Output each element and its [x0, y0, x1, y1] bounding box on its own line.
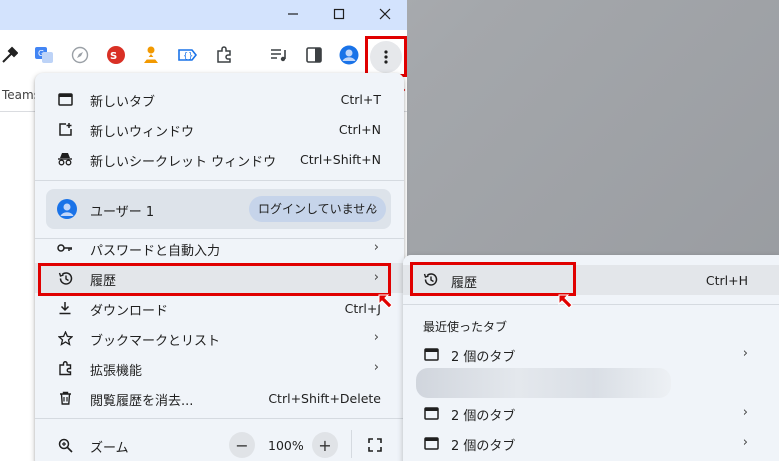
close-icon	[379, 8, 391, 20]
menu-item-zoom: ズーム	[35, 430, 404, 460]
menu-item-label: ズーム	[90, 441, 129, 456]
menu-item-new-window[interactable]: 新しいウィンドウ Ctrl+N	[35, 114, 404, 144]
chevron-right-icon: ›	[742, 405, 748, 420]
tab-group-icon	[423, 435, 439, 451]
profile-row[interactable]: ユーザー 1 ログインしていません ›	[46, 189, 391, 229]
recent-tab-group[interactable]: 2 個のタブ ›	[403, 428, 779, 458]
new-window-icon	[57, 121, 73, 137]
star-icon	[57, 330, 73, 346]
menu-divider	[35, 180, 404, 181]
recent-tab-group[interactable]: 2 個のタブ ›	[403, 339, 779, 369]
person-icon	[60, 203, 74, 216]
trash-icon	[57, 390, 73, 406]
recent-tab-label: 2 個のタブ	[451, 439, 516, 454]
profile-avatar-icon[interactable]	[338, 44, 360, 66]
eyedropper-extension-icon[interactable]	[0, 44, 20, 66]
submenu-history-shortcut: Ctrl+H	[705, 273, 748, 288]
avatar	[57, 199, 77, 219]
menu-item-label: 閲覧履歴を消去...	[90, 394, 194, 409]
menu-item-new-tab[interactable]: 新しいタブ Ctrl+T	[35, 84, 404, 114]
red-arrow-indicator	[378, 294, 393, 309]
fullscreen-icon	[368, 438, 382, 452]
chevron-right-icon: ›	[373, 240, 379, 255]
zoom-divider	[351, 430, 352, 458]
maximize-icon	[333, 8, 345, 20]
svg-text:{}: {}	[183, 51, 193, 60]
download-icon	[57, 300, 73, 316]
new-tab-icon	[57, 91, 73, 107]
menu-divider	[35, 418, 404, 419]
tab-group-icon	[423, 405, 439, 421]
menu-item-shortcut: Ctrl+N	[338, 122, 381, 137]
chevron-right-icon: ›	[371, 200, 377, 215]
title-bar	[0, 0, 407, 30]
menu-item-clear-browsing-data[interactable]: 閲覧履歴を消去... Ctrl+Shift+Delete	[35, 383, 404, 413]
recent-tab-group[interactable]: 2 個のタブ ›	[403, 398, 779, 428]
menu-item-passwords[interactable]: パスワードと自動入力 ›	[35, 233, 404, 263]
menu-item-label: ブックマークとリスト	[90, 334, 221, 349]
history-submenu: 履歴 Ctrl+H 最近使ったタブ 2 個のタブ › 2 個のタブ › 2 個の…	[403, 255, 779, 461]
menu-item-label: パスワードと自動入力	[90, 244, 221, 259]
recent-tab-label: 2 個のタブ	[451, 409, 516, 424]
menu-item-downloads[interactable]: ダウンロード Ctrl+J	[35, 293, 404, 323]
zoom-icon	[57, 437, 73, 453]
menu-item-label: 新しいタブ	[90, 95, 156, 110]
menu-item-incognito[interactable]: 新しいシークレット ウィンドウ Ctrl+Shift+N	[35, 144, 404, 174]
history-highlight-box	[38, 263, 391, 296]
chevron-right-icon: ›	[373, 360, 379, 375]
close-button[interactable]	[362, 3, 408, 25]
menu-item-label: 新しいウィンドウ	[90, 125, 195, 140]
fullscreen-button[interactable]	[366, 436, 384, 454]
menu-button-highlight-box	[365, 36, 407, 77]
maximize-button[interactable]	[316, 3, 362, 25]
seo-extension-icon[interactable]: S	[105, 44, 127, 66]
svg-text:S: S	[110, 51, 117, 62]
recent-tabs-header: 最近使ったタブ	[423, 320, 508, 334]
menu-item-shortcut: Ctrl+Shift+Delete	[268, 391, 381, 406]
translate-extension-icon[interactable]: G	[33, 44, 55, 66]
menu-item-extensions[interactable]: 拡張機能 ›	[35, 353, 404, 383]
zoom-level: 100%	[268, 438, 304, 453]
submenu-divider	[403, 304, 779, 305]
orange-extension-icon[interactable]	[140, 44, 162, 66]
red-arrow-indicator	[558, 294, 573, 309]
chevron-right-icon: ›	[742, 346, 748, 361]
media-control-icon[interactable]	[267, 44, 289, 66]
zoom-in-button[interactable]: +	[312, 432, 338, 458]
chevron-right-icon: ›	[373, 330, 379, 345]
incognito-icon	[57, 151, 73, 167]
chrome-main-menu: 新しいタブ Ctrl+T 新しいウィンドウ Ctrl+N 新しいシークレット ウ…	[35, 73, 404, 461]
menu-item-label: ダウンロード	[90, 304, 169, 319]
menu-item-bookmarks[interactable]: ブックマークとリスト ›	[35, 323, 404, 353]
puzzle-icon	[57, 360, 73, 376]
minimize-button[interactable]	[270, 3, 316, 25]
submenu-history-highlight-box	[410, 262, 576, 296]
menu-item-shortcut: Ctrl+Shift+N	[300, 152, 381, 167]
profile-name: ユーザー 1	[90, 205, 155, 220]
side-panel-icon[interactable]	[303, 44, 325, 66]
minimize-icon	[288, 13, 298, 15]
tag-extension-icon[interactable]: {}	[176, 44, 198, 66]
menu-item-shortcut: Ctrl+T	[340, 92, 381, 107]
compass-extension-icon[interactable]	[69, 44, 91, 66]
tab-group-icon	[423, 346, 439, 362]
recent-tab-label: 2 個のタブ	[451, 350, 516, 365]
puzzle-extensions-icon[interactable]	[213, 44, 235, 66]
chevron-right-icon: ›	[742, 435, 748, 450]
menu-item-label: 新しいシークレット ウィンドウ	[90, 155, 277, 170]
key-icon	[57, 240, 73, 256]
menu-item-label: 拡張機能	[90, 364, 143, 379]
zoom-out-button[interactable]: −	[229, 432, 255, 458]
sign-in-status-badge: ログインしていません	[249, 196, 387, 222]
blurred-recent-item[interactable]	[416, 368, 671, 398]
